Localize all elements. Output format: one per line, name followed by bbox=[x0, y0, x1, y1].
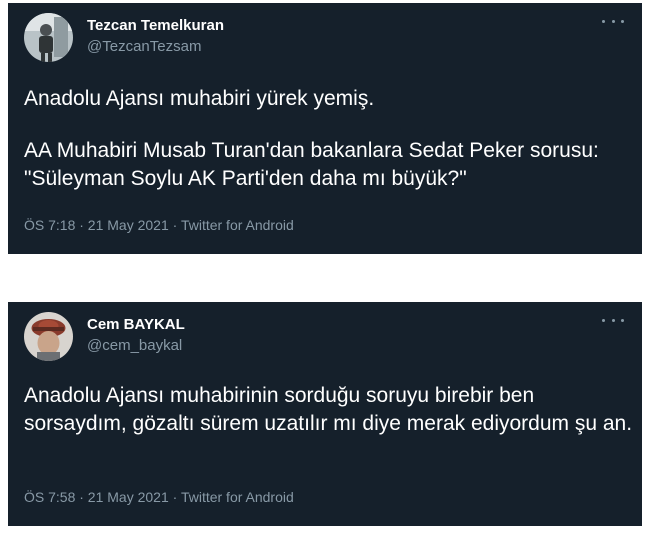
user-handle[interactable]: @TezcanTezsam bbox=[87, 38, 201, 55]
tweet-paragraph: Anadolu Ajansı muhabirinin sorduğu soruy… bbox=[24, 384, 633, 435]
tweet-paragraph: AA Muhabiri Musab Turan'dan bakanlara Se… bbox=[24, 139, 599, 190]
tweet-timestamp[interactable]: ÖS 7:58 · 21 May 2021 · Twitter for Andr… bbox=[24, 489, 294, 505]
user-handle[interactable]: @cem_baykal bbox=[87, 337, 182, 354]
tweet-text: Anadolu Ajansı muhabirinin sorduğu soruy… bbox=[24, 382, 634, 438]
display-name[interactable]: Cem BAYKAL bbox=[87, 316, 185, 333]
avatar[interactable] bbox=[24, 13, 73, 62]
tweet-timestamp[interactable]: ÖS 7:18 · 21 May 2021 · Twitter for Andr… bbox=[24, 217, 294, 233]
tweet-text: Anadolu Ajansı muhabiri yürek yemiş. AA … bbox=[24, 85, 634, 193]
tweet-card[interactable]: Tezcan Temelkuran @TezcanTezsam Anadolu … bbox=[8, 3, 642, 254]
tweet-card[interactable]: Cem BAYKAL @cem_baykal Anadolu Ajansı mu… bbox=[8, 302, 642, 526]
avatar[interactable] bbox=[24, 312, 73, 361]
more-options-icon[interactable] bbox=[602, 13, 624, 29]
display-name[interactable]: Tezcan Temelkuran bbox=[87, 17, 224, 34]
more-options-icon[interactable] bbox=[602, 312, 624, 328]
tweet-paragraph: Anadolu Ajansı muhabiri yürek yemiş. bbox=[24, 87, 375, 110]
